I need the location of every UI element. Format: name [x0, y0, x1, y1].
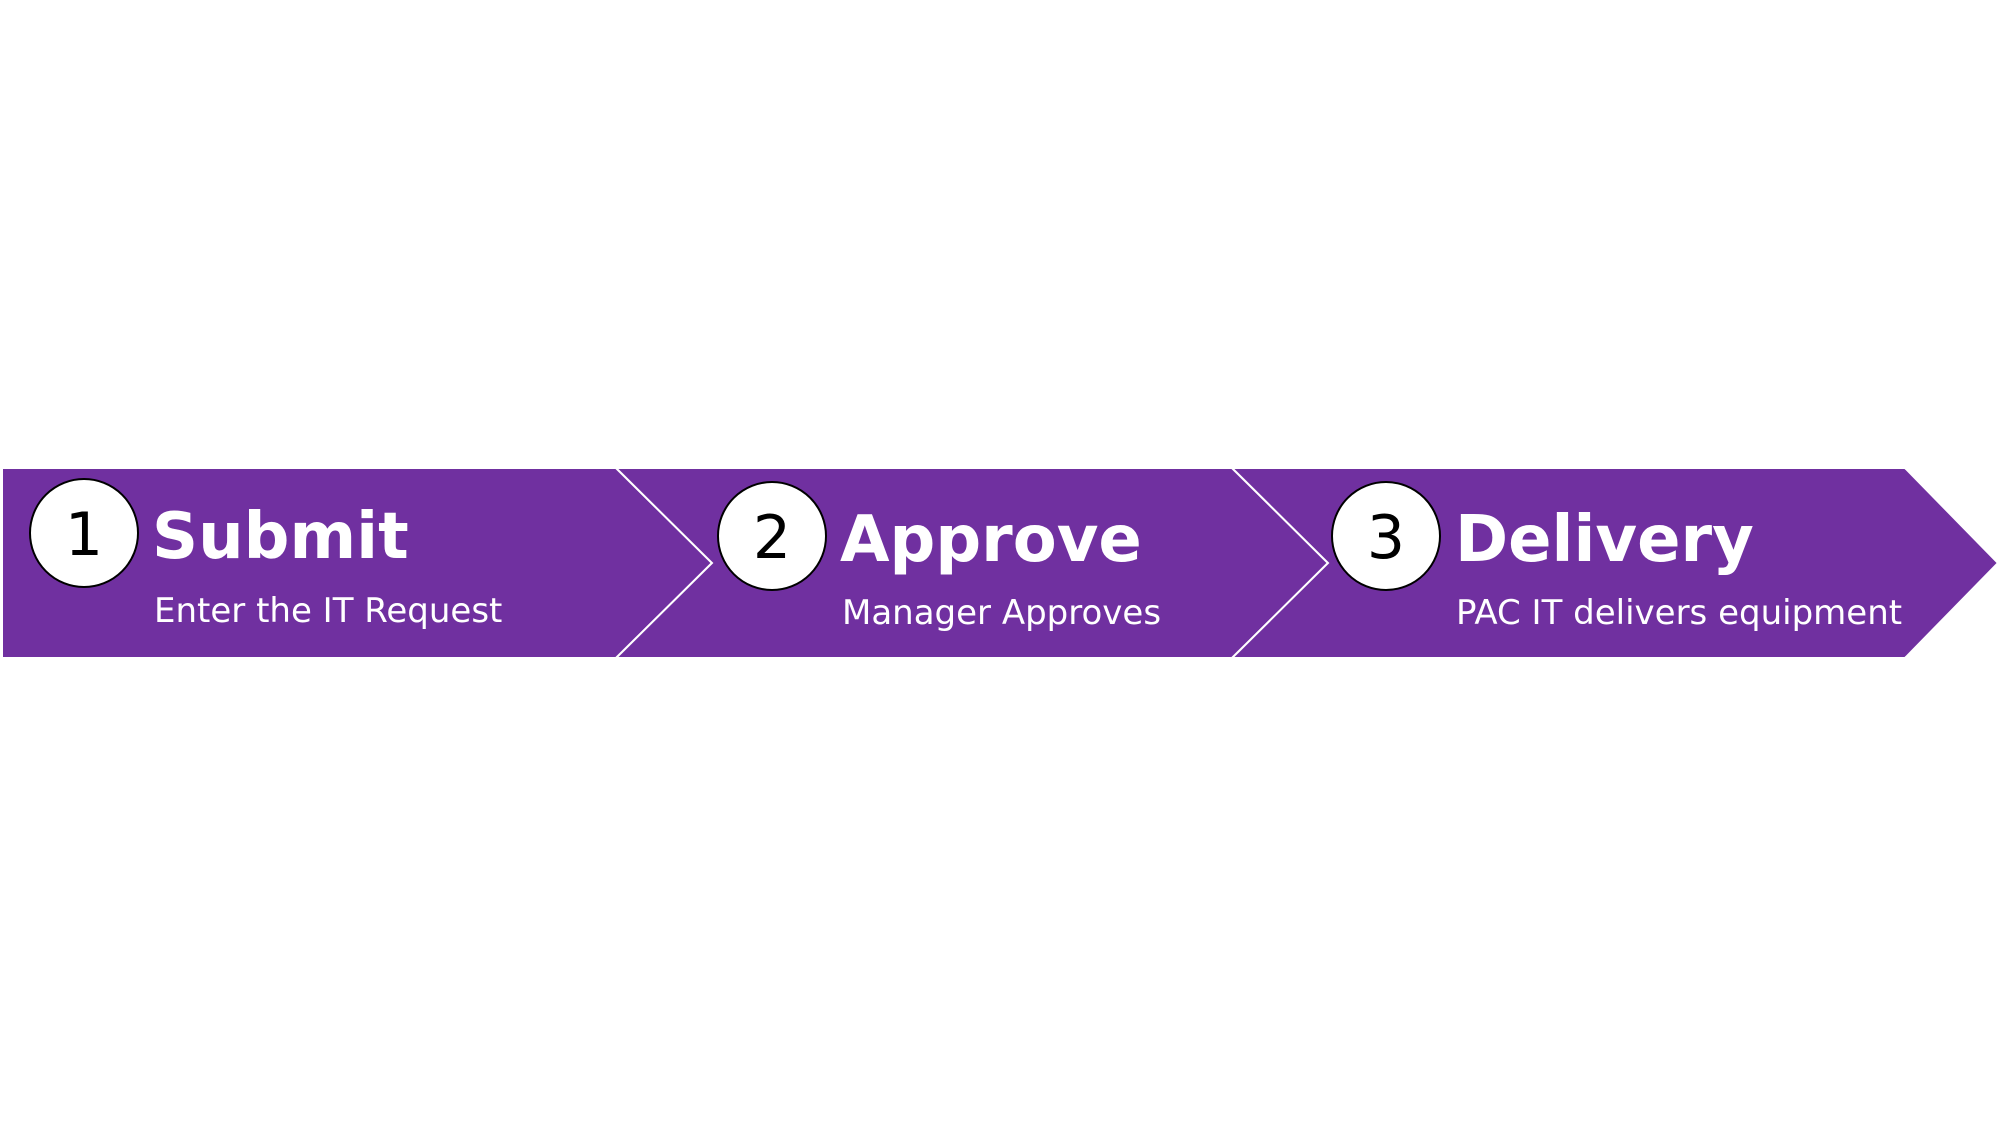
process-flow-diagram: 1 Submit Enter the IT Request 2 Approve …: [1, 467, 2000, 659]
step-3: 3 Delivery PAC IT delivers equipment: [1229, 467, 2000, 659]
step-3-description: PAC IT delivers equipment: [1456, 593, 1902, 633]
step-3-number: 3: [1367, 503, 1405, 573]
step-1: 1 Submit Enter the IT Request: [1, 467, 714, 659]
step-2-title: Approve: [840, 503, 1142, 577]
step-1-title: Submit: [152, 500, 409, 574]
step-2-number: 2: [753, 503, 791, 573]
step-1-description: Enter the IT Request: [154, 591, 502, 631]
step-3-title: Delivery: [1455, 503, 1754, 577]
step-2: 2 Approve Manager Approves: [613, 467, 1330, 659]
step-2-description: Manager Approves: [842, 593, 1161, 633]
step-1-number: 1: [65, 500, 103, 570]
